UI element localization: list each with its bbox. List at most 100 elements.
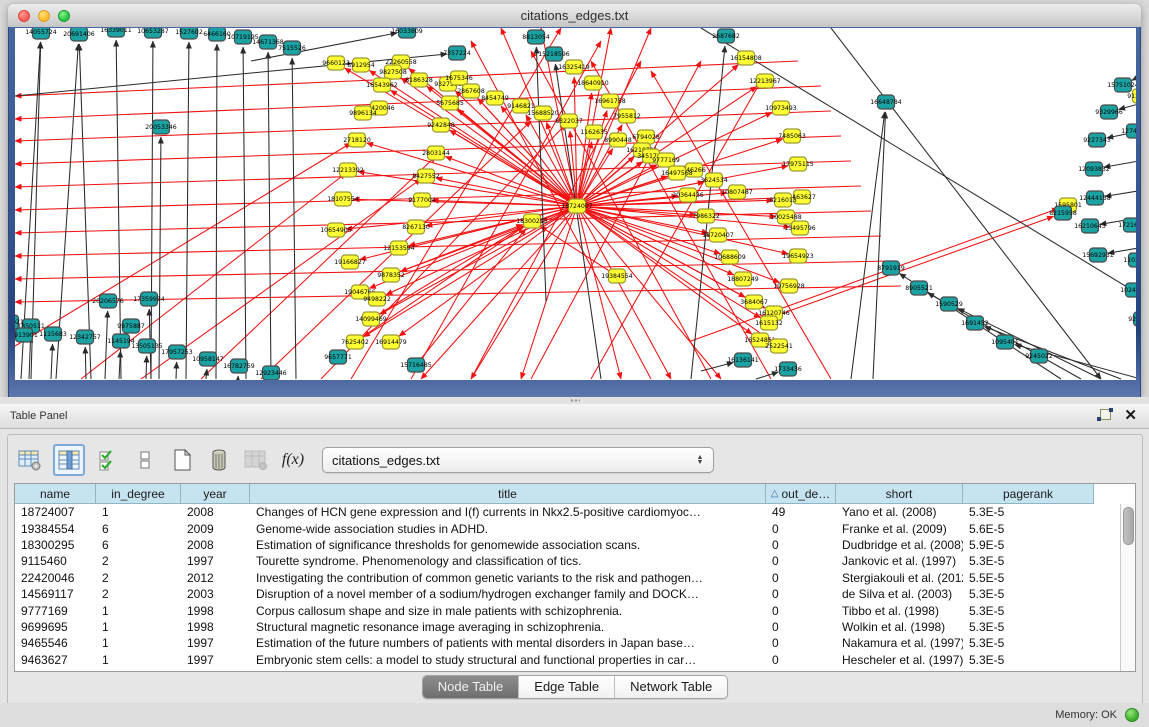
pagerank-cell[interactable]: 5.3E-5 <box>963 587 1094 601</box>
graph-node[interactable]: 15692931 <box>1082 248 1114 262</box>
graph-node[interactable]: 12093832 <box>1078 162 1110 176</box>
name-cell[interactable]: 22420046 <box>15 571 96 585</box>
name-cell[interactable]: 9465546 <box>15 636 96 650</box>
pagerank-cell[interactable]: 5.3E-5 <box>963 636 1094 650</box>
table-row[interactable]: 946362711997Embryonic stem cells: a mode… <box>15 652 1121 668</box>
graph-node[interactable]: 20691406 <box>63 28 95 41</box>
graph-node[interactable]: 2803144 <box>422 146 450 160</box>
graph-node[interactable]: 16210643 <box>1074 219 1106 233</box>
out_degree-cell[interactable]: 49 <box>766 505 836 519</box>
vertical-scrollbar[interactable] <box>1120 504 1135 671</box>
pagerank-cell[interactable]: 5.3E-5 <box>963 554 1094 568</box>
delete-table-icon[interactable] <box>205 446 233 474</box>
short-cell[interactable]: Yano et al. (2008) <box>836 505 963 519</box>
out_degree-cell[interactable]: 0 <box>766 653 836 667</box>
graph-node[interactable]: 20053346 <box>145 120 177 134</box>
graph-node[interactable]: 1527602 <box>175 28 203 39</box>
window-titlebar[interactable]: citations_edges.txt <box>8 4 1141 28</box>
graph-node[interactable]: 7485063 <box>778 129 806 143</box>
minimize-window-icon[interactable] <box>38 10 50 22</box>
tab-network-table[interactable]: Network Table <box>615 676 727 698</box>
short-cell[interactable]: Jankovic et al. (1997) <box>836 554 963 568</box>
short-cell[interactable]: Dudbridge et al. (2008) <box>836 538 963 552</box>
out_degree-cell[interactable]: 0 <box>766 554 836 568</box>
graph-node[interactable]: 5675685 <box>436 96 464 110</box>
graph-node[interactable]: 14055724 <box>25 28 57 39</box>
table-row[interactable]: 1938455462009Genome-wide association stu… <box>15 520 1121 536</box>
name-cell[interactable]: 18724007 <box>15 505 96 519</box>
graph-node[interactable]: 1733436 <box>774 362 802 376</box>
graph-node[interactable]: 3624534 <box>700 173 728 187</box>
in_degree-cell[interactable]: 1 <box>96 505 181 519</box>
title-cell[interactable]: Investigating the contribution of common… <box>250 571 766 585</box>
network-canvas[interactable]: 1872400718300295966012389129542226055898… <box>15 28 1136 380</box>
graph-node[interactable]: 1024501 <box>1120 283 1136 297</box>
graph-node[interactable]: 17975115 <box>782 157 814 171</box>
close-panel-icon[interactable]: ✕ <box>1124 408 1137 424</box>
graph-node[interactable]: 16339011 <box>100 28 132 37</box>
graph-node[interactable]: 1274413 <box>1121 124 1136 138</box>
pagerank-cell[interactable]: 5.3E-5 <box>963 604 1094 618</box>
graph-node[interactable]: 7955812 <box>613 109 641 123</box>
out_degree-cell[interactable]: 0 <box>766 636 836 650</box>
graph-node[interactable]: 10807487 <box>721 185 753 199</box>
year-cell[interactable]: 1998 <box>181 620 250 634</box>
graph-node[interactable]: 19384554 <box>601 269 633 283</box>
in_degree-cell[interactable]: 6 <box>96 538 181 552</box>
pagerank-cell[interactable]: 5.3E-5 <box>963 653 1094 667</box>
name-cell[interactable]: 18300295 <box>15 538 96 552</box>
out_degree-cell[interactable]: 0 <box>766 571 836 585</box>
graph-node[interactable]: 16648784 <box>870 95 902 109</box>
graph-node[interactable]: 16033809 <box>391 28 423 38</box>
float-panel-icon[interactable] <box>1096 408 1114 424</box>
in_degree-cell[interactable]: 2 <box>96 554 181 568</box>
tab-node-table[interactable]: Node Table <box>423 676 520 698</box>
table-row[interactable]: 2242004622012Investigating the contribut… <box>15 570 1121 586</box>
graph-node[interactable]: 12213392 <box>332 163 364 177</box>
title-cell[interactable]: Estimation of significance thresholds fo… <box>250 538 766 552</box>
column-header-pagerank[interactable]: pagerank <box>963 484 1094 504</box>
graph-node[interactable]: 7625402 <box>341 335 369 349</box>
out_degree-cell[interactable]: 0 <box>766 620 836 634</box>
graph-node[interactable]: 1095401 <box>991 335 1019 349</box>
in_degree-cell[interactable]: 1 <box>96 620 181 634</box>
year-cell[interactable]: 1997 <box>181 653 250 667</box>
graph-node[interactable]: 16136141 <box>727 353 759 367</box>
graph-node[interactable]: 7986322 <box>692 209 720 223</box>
rows-icon[interactable] <box>131 446 159 474</box>
function-builder-icon[interactable]: f(x) <box>279 446 307 474</box>
pagerank-cell[interactable]: 5.5E-5 <box>963 571 1094 585</box>
graph-node[interactable]: 1721685 <box>1118 218 1136 232</box>
year-cell[interactable]: 2003 <box>181 587 250 601</box>
name-cell[interactable]: 9115460 <box>15 554 96 568</box>
year-cell[interactable]: 1997 <box>181 554 250 568</box>
graph-node[interactable]: 12444158 <box>1079 191 1111 205</box>
year-cell[interactable]: 2009 <box>181 522 250 536</box>
show-columns-icon[interactable] <box>53 444 85 476</box>
name-cell[interactable]: 19384554 <box>15 522 96 536</box>
graph-node[interactable]: 15716485 <box>400 358 432 372</box>
table-row[interactable]: 977716911998Corpus callosum shape and si… <box>15 602 1121 618</box>
graph-node[interactable]: 16782759 <box>223 359 255 373</box>
graph-node[interactable]: 2687682 <box>712 29 740 43</box>
name-cell[interactable]: 14569117 <box>15 587 96 601</box>
new-table-icon[interactable] <box>168 446 196 474</box>
graph-node[interactable]: 16914479 <box>375 335 407 349</box>
name-cell[interactable]: 9699695 <box>15 620 96 634</box>
graph-node[interactable]: 1103952 <box>1123 253 1136 267</box>
graph-node[interactable]: 10653287 <box>137 28 169 38</box>
table-row[interactable]: 911546021997Tourette syndrome. Phenomeno… <box>15 553 1121 569</box>
in_degree-cell[interactable]: 2 <box>96 571 181 585</box>
graph-node[interactable]: 18107554 <box>327 192 359 206</box>
in_degree-cell[interactable]: 1 <box>96 636 181 650</box>
graph-node[interactable]: 8990448 <box>604 133 632 147</box>
title-cell[interactable]: Changes of HCN gene expression and I(f) … <box>250 505 766 519</box>
graph-node[interactable]: 9657771 <box>324 350 352 364</box>
table-selector-dropdown[interactable]: citations_edges.txt ▲▼ <box>322 447 714 473</box>
out_degree-cell[interactable]: 0 <box>766 587 836 601</box>
name-cell[interactable]: 9463627 <box>15 653 96 667</box>
citation-graph[interactable]: 1872400718300295966012389129542226055898… <box>15 28 1136 380</box>
short-cell[interactable]: de Silva et al. (2003) <box>836 587 963 601</box>
graph-node[interactable]: 15751024 <box>1107 78 1136 92</box>
graph-node[interactable]: 13505135 <box>131 339 163 353</box>
